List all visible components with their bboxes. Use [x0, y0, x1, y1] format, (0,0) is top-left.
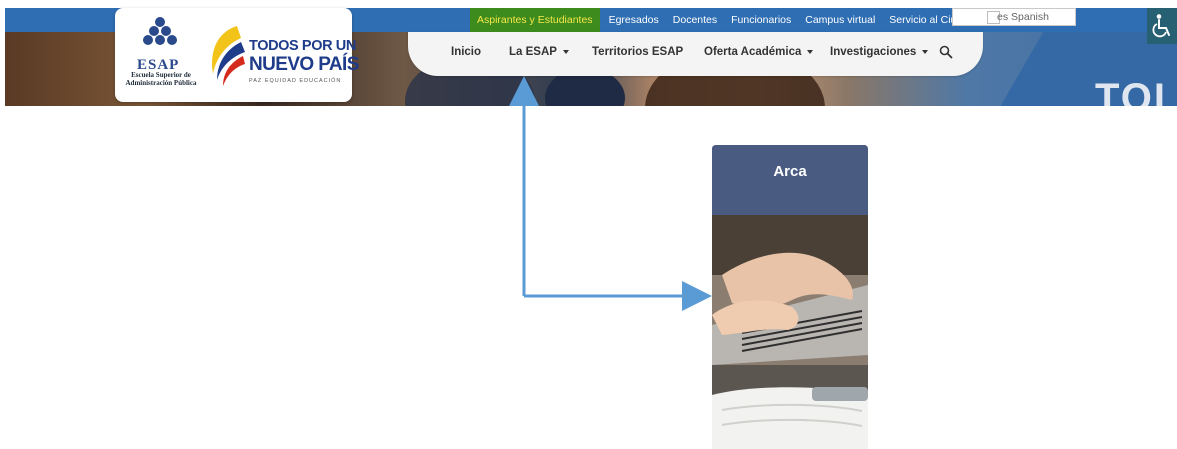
annotation-arrow: [509, 76, 712, 311]
